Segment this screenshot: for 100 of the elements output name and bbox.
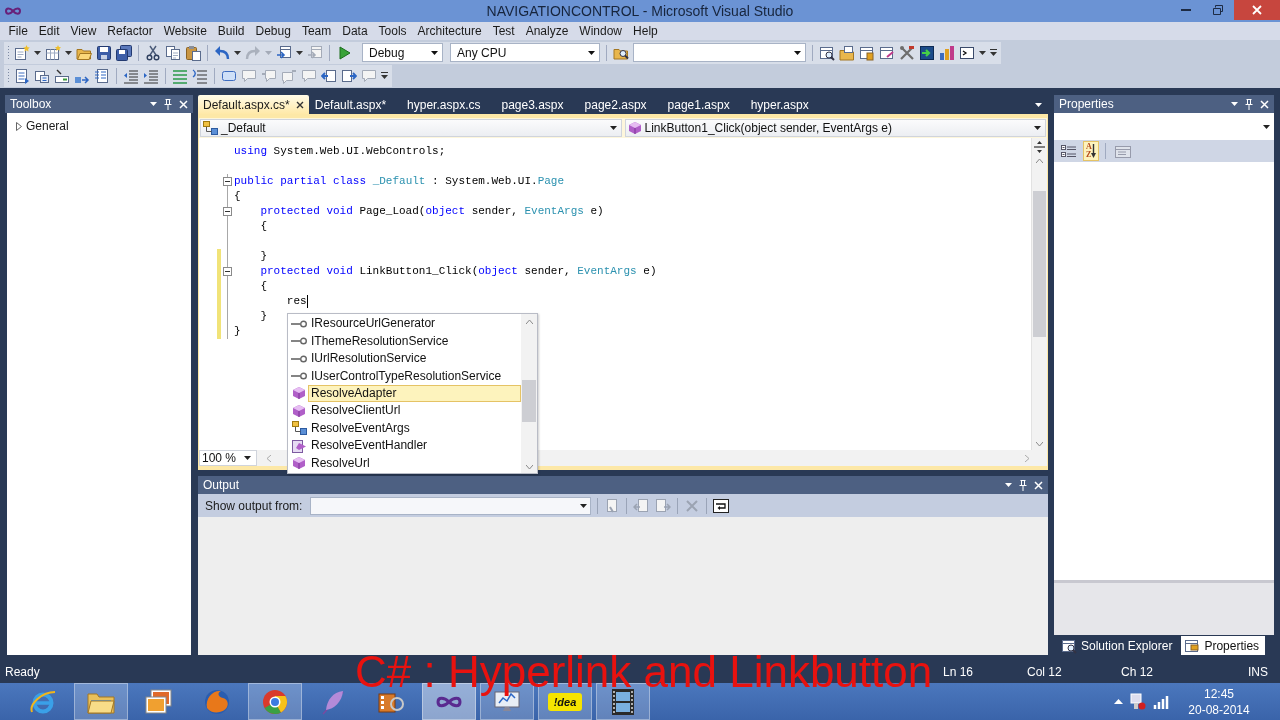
caret-icon[interactable] [979, 50, 986, 55]
caret-icon[interactable] [1263, 124, 1270, 129]
document-tab[interactable]: Default.aspx.cs* [198, 95, 309, 114]
caret-icon[interactable] [234, 50, 241, 55]
overflow-icon[interactable] [381, 71, 388, 80]
taskbar-button[interactable] [248, 683, 302, 720]
configuration-dropdown[interactable]: Debug [362, 43, 443, 62]
collapse-icon[interactable] [223, 177, 232, 186]
splitter-icon[interactable] [1034, 141, 1045, 153]
photos-icon[interactable] [145, 688, 173, 715]
completion-item[interactable]: ResolveAdapter [308, 385, 521, 402]
new-project-icon[interactable] [14, 44, 30, 61]
caret-icon[interactable] [580, 503, 588, 508]
tree-item[interactable]: General [16, 118, 71, 134]
undo-icon[interactable] [214, 44, 230, 61]
completion-item[interactable]: IUrlResolutionService [308, 350, 521, 368]
member-dropdown[interactable]: LinkButton1_Click(object sender, EventArgs e) [624, 119, 1046, 137]
menu-item[interactable]: Window [573, 24, 628, 38]
menu-item[interactable]: Test [487, 24, 521, 38]
bookmark-arrow-icon[interactable] [341, 67, 357, 84]
folder-card-icon[interactable] [839, 44, 855, 61]
quick-info-icon[interactable] [54, 67, 70, 84]
window-object-icon[interactable] [859, 44, 875, 61]
platform-dropdown[interactable]: Any CPU [450, 43, 600, 62]
document-tab[interactable]: page3.aspx [495, 95, 579, 114]
menu-item[interactable]: File [3, 24, 34, 38]
close-icon[interactable] [295, 100, 304, 109]
menu-item[interactable]: Analyze [520, 24, 574, 38]
dock-tab[interactable]: Properties [1181, 636, 1266, 655]
menu-item[interactable]: Refactor [101, 24, 159, 38]
bookmark-arrow-icon[interactable] [321, 67, 337, 84]
copy-icon[interactable] [165, 44, 181, 61]
member-list-icon[interactable] [14, 67, 30, 84]
caret-icon[interactable] [34, 50, 41, 55]
alphabetical-sort-button[interactable]: AZ [1083, 141, 1099, 161]
vertical-scrollbar[interactable] [521, 314, 537, 473]
completion-item[interactable]: IUserControlTypeResolutionService [308, 367, 521, 385]
down-arrow-icon[interactable] [1091, 144, 1096, 158]
console-icon[interactable] [959, 44, 975, 61]
menu-item[interactable]: Tools [373, 24, 413, 38]
arrow-into-box-icon[interactable] [919, 44, 935, 61]
close-button[interactable] [1234, 0, 1280, 20]
completion-item[interactable]: IThemeResolutionService [308, 332, 521, 350]
outdent-icon[interactable] [123, 67, 139, 84]
caret-icon[interactable] [588, 50, 595, 55]
dock-tab[interactable]: Solution Explorer [1058, 636, 1179, 655]
window-arrow-icon[interactable] [276, 44, 292, 61]
expand-arrow-icon[interactable] [16, 121, 22, 131]
pin-icon[interactable] [164, 98, 172, 110]
document-tab[interactable]: hyper.aspx.cs [401, 95, 496, 114]
caret-icon[interactable] [244, 456, 251, 460]
menu-item[interactable]: Architecture [412, 24, 488, 38]
menu-item[interactable]: Team [296, 24, 337, 38]
find-field[interactable] [633, 43, 806, 62]
dropdown-icon[interactable] [150, 102, 157, 106]
signal-bars-icon[interactable] [1153, 694, 1169, 709]
document-tab[interactable]: hyper.aspx [744, 95, 824, 114]
scrollbar-thumb[interactable] [522, 380, 536, 422]
dropdown-icon[interactable] [1231, 102, 1238, 106]
add-item-icon[interactable] [45, 44, 61, 61]
caret-icon[interactable] [431, 50, 438, 55]
caret-icon[interactable] [609, 126, 617, 130]
document-tab[interactable]: page1.aspx [661, 95, 745, 114]
play-icon[interactable] [336, 44, 352, 61]
menu-item[interactable]: Data [336, 24, 374, 38]
grip-icon[interactable] [7, 45, 10, 60]
collapse-icon[interactable] [223, 267, 232, 276]
type-dropdown[interactable]: _Default [200, 119, 622, 137]
paste-icon[interactable] [185, 44, 201, 61]
up-arrow-icon[interactable] [1114, 699, 1123, 704]
window-search-icon[interactable] [819, 44, 835, 61]
network-icon[interactable] [1130, 692, 1146, 711]
completion-item[interactable]: ResolveEventHandler [308, 437, 521, 455]
document-tab[interactable]: page2.aspx [578, 95, 662, 114]
vertical-scrollbar[interactable] [1031, 138, 1047, 450]
completion-item[interactable]: ResolveClientUrl [308, 402, 521, 420]
caret-icon[interactable] [296, 50, 303, 55]
blocks-icon[interactable] [939, 44, 955, 61]
menu-item[interactable]: View [65, 24, 102, 38]
caret-icon[interactable] [794, 50, 801, 55]
zoom-dropdown[interactable]: 100 % [199, 450, 257, 466]
document-tab[interactable]: Default.aspx* [308, 95, 402, 114]
scrollbar-thumb[interactable] [1033, 191, 1046, 337]
pin-icon[interactable] [1019, 479, 1027, 491]
save-all-icon[interactable] [116, 44, 132, 61]
caret-icon[interactable] [1034, 126, 1041, 130]
tools-icon[interactable] [899, 44, 915, 61]
dropdown-icon[interactable] [1005, 483, 1012, 487]
pin-icon[interactable] [1245, 98, 1253, 110]
window-export-icon[interactable] [879, 44, 895, 61]
overflow-icon[interactable] [990, 48, 997, 57]
menu-item[interactable]: Help [627, 24, 664, 38]
caret-icon[interactable] [65, 50, 72, 55]
indent-icon[interactable] [143, 67, 159, 84]
word-wrap-icon[interactable] [713, 498, 730, 513]
menu-item[interactable]: Build [212, 24, 250, 38]
collapse-icon[interactable] [223, 207, 232, 216]
menu-item[interactable]: Website [158, 24, 213, 38]
menu-item[interactable]: Edit [33, 24, 66, 38]
menu-item[interactable]: Debug [250, 24, 297, 38]
